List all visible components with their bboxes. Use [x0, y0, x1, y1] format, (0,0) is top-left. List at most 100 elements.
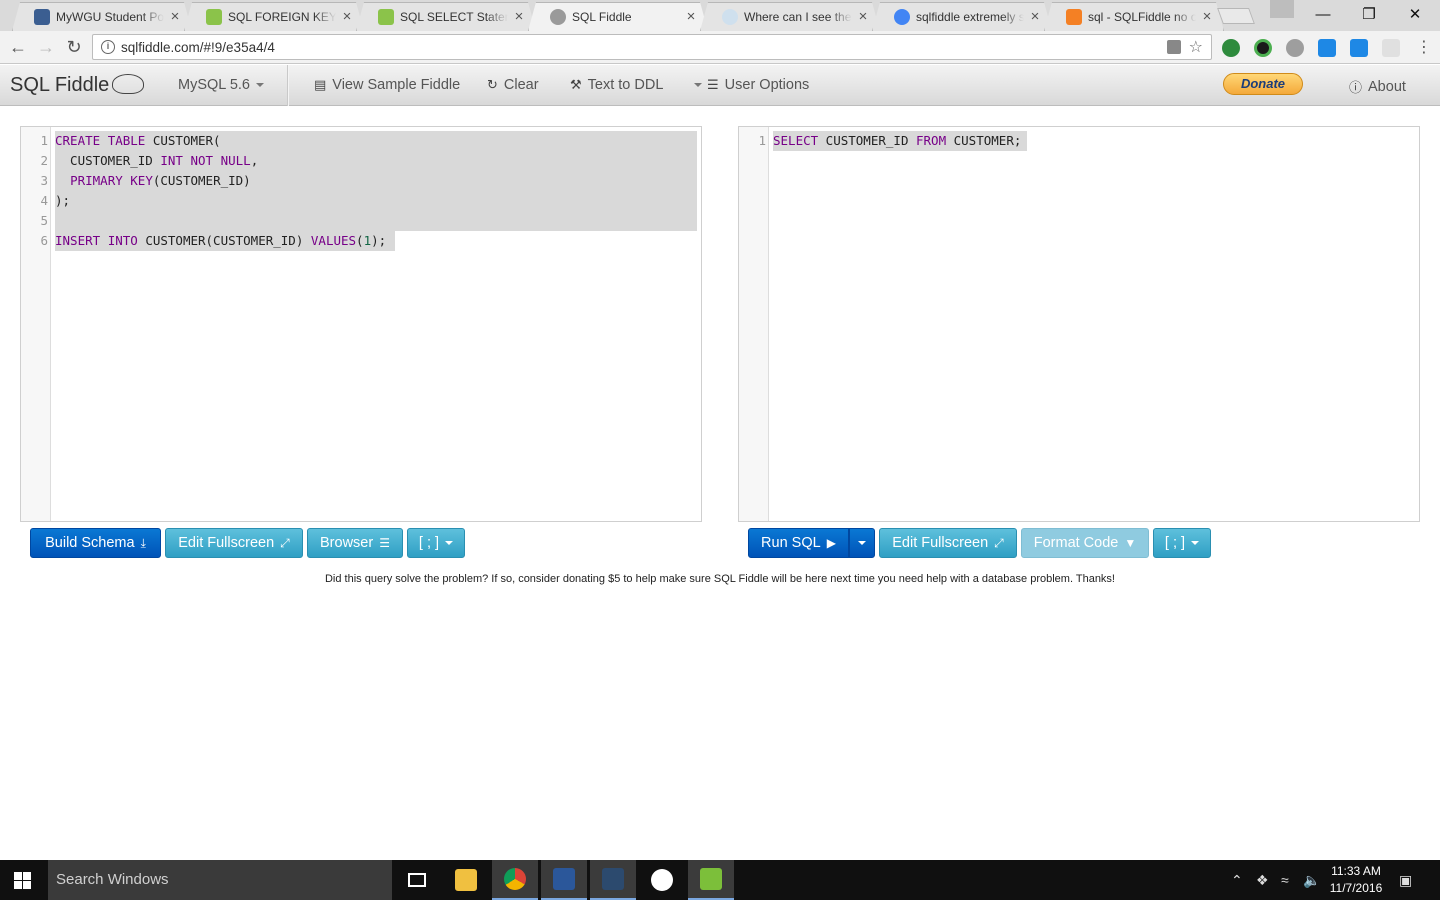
site-info-icon[interactable]: i: [101, 40, 115, 54]
donation-message: Did this query solve the problem? If so,…: [324, 573, 1115, 585]
task-view-icon[interactable]: [394, 860, 440, 900]
volume-icon[interactable]: 🔈: [1303, 872, 1320, 889]
schema-editor[interactable]: 1 CREATE TABLE CUSTOMER( 2 CUSTOMER_ID I…: [20, 126, 702, 522]
user-options-label: User Options: [724, 77, 810, 93]
close-tab-icon[interactable]: ×: [340, 8, 354, 25]
browser-button[interactable]: Browser ☰: [307, 528, 403, 558]
minimize-icon[interactable]: —: [1300, 0, 1346, 28]
list-icon: ☰: [707, 77, 719, 92]
button-label: Edit Fullscreen: [892, 535, 989, 551]
sqlfiddle-favicon-icon: [550, 8, 566, 25]
bookmark-star-icon[interactable]: ☆: [1189, 37, 1203, 57]
windows-start-icon[interactable]: [14, 872, 32, 889]
query-edit-fullscreen-button[interactable]: Edit Fullscreen ⤢: [879, 528, 1017, 558]
notifications-icon[interactable]: ▣: [1399, 872, 1412, 889]
query-editor[interactable]: 1 SELECT CUSTOMER_ID FROM CUSTOMER;: [738, 126, 1420, 522]
browser-tab[interactable]: sqlfiddle extremely slow ×: [872, 2, 1052, 31]
close-tab-icon[interactable]: ×: [168, 8, 182, 25]
button-label: [ ; ]: [418, 535, 440, 551]
extension-icon[interactable]: [1254, 39, 1272, 57]
navbar-divider: [287, 65, 289, 106]
mysql-workbench-icon[interactable]: [590, 860, 636, 900]
reload-icon[interactable]: ↻: [63, 36, 85, 58]
adblock-icon[interactable]: [1286, 39, 1304, 57]
forward-arrow-icon[interactable]: →: [35, 36, 57, 58]
about-link[interactable]: ⓘ About: [1349, 77, 1406, 96]
browser-menu-icon[interactable]: ⋮: [1416, 37, 1432, 57]
elephant-logo-icon: [112, 74, 144, 94]
dropbox-icon[interactable]: ❖: [1256, 872, 1269, 889]
browser-tab[interactable]: SQL SELECT Statement ×: [356, 2, 536, 31]
new-tab-button[interactable]: [1217, 8, 1255, 24]
button-label: Run SQL: [761, 535, 821, 551]
word-icon[interactable]: [541, 860, 587, 900]
play-icon: ▶: [826, 536, 836, 550]
profile-icon[interactable]: [1270, 0, 1294, 18]
w3-favicon-icon: [206, 8, 222, 25]
windows-taskbar: Search Windows ⌃ ❖ ≈ 🔈 11:33 AM 11/7/201…: [0, 860, 1440, 900]
wrench-icon: ⚒: [570, 77, 582, 92]
view-sample-link[interactable]: ▤ View Sample Fiddle: [314, 77, 460, 93]
chevron-down-icon: [256, 83, 264, 87]
file-explorer-icon[interactable]: [443, 860, 489, 900]
tab-title: SQL SELECT Statement: [400, 9, 508, 24]
browser-tab-active[interactable]: SQL Fiddle ×: [528, 2, 708, 31]
expand-icon: ⤢: [280, 535, 290, 550]
browser-tab[interactable]: sql - SQLFiddle no output ×: [1044, 2, 1224, 31]
line-number: 1: [758, 133, 766, 148]
about-label: About: [1368, 78, 1406, 95]
build-schema-button[interactable]: Build Schema ⤓: [30, 528, 161, 558]
chrome-icon[interactable]: [492, 860, 538, 900]
code-text: SELECT CUSTOMER_ID FROM CUSTOMER;: [773, 133, 1022, 148]
close-tab-icon[interactable]: ×: [512, 8, 526, 25]
close-tab-icon[interactable]: ×: [1028, 8, 1042, 25]
slack-icon[interactable]: [639, 860, 685, 900]
tab-title: MyWGU Student Portal: [56, 9, 164, 24]
line-number: 1: [40, 133, 48, 148]
spreadsheet-app-icon[interactable]: [688, 860, 734, 900]
chevron-down-icon: [694, 83, 702, 87]
schema-delimiter-dropdown[interactable]: [ ; ]: [407, 528, 465, 558]
line-number: 4: [40, 193, 48, 208]
browser-tab-strip: MyWGU Student Portal × SQL FOREIGN KEY C…: [0, 0, 1440, 31]
code-text: PRIMARY KEY(CUSTOMER_ID): [70, 173, 251, 188]
line-number-gutter: [739, 127, 769, 521]
browser-tab[interactable]: Where can I see the output ×: [700, 2, 880, 31]
back-arrow-icon[interactable]: ←: [7, 36, 29, 58]
system-clock[interactable]: 11:33 AM 11/7/2016: [1328, 863, 1384, 897]
extension-icon[interactable]: [1350, 39, 1368, 57]
restore-icon[interactable]: ❐: [1346, 0, 1392, 28]
extension-icon[interactable]: [1222, 39, 1240, 57]
clear-label: Clear: [503, 77, 539, 93]
query-delimiter-dropdown[interactable]: [ ; ]: [1153, 528, 1211, 558]
clock-date: 11/7/2016: [1329, 881, 1383, 895]
close-tab-icon[interactable]: ×: [1200, 8, 1214, 25]
cast-icon[interactable]: [1382, 39, 1400, 57]
run-sql-button[interactable]: Run SQL ▶: [748, 528, 849, 558]
line-number: 2: [40, 153, 48, 168]
address-bar[interactable]: i sqlfiddle.com/#!9/e35a4/4 ☆: [92, 34, 1212, 60]
donate-button[interactable]: Donate: [1223, 73, 1303, 95]
close-tab-icon[interactable]: ×: [856, 8, 870, 25]
run-sql-options-button[interactable]: [849, 528, 875, 558]
brand-title[interactable]: SQL Fiddle: [10, 74, 109, 97]
browser-tab[interactable]: SQL FOREIGN KEY Constraint ×: [184, 2, 364, 31]
browser-tab[interactable]: MyWGU Student Portal ×: [12, 2, 192, 31]
wifi-icon[interactable]: ≈: [1281, 872, 1289, 888]
clear-link[interactable]: ↻ Clear: [487, 77, 539, 93]
close-window-icon[interactable]: ✕: [1392, 0, 1438, 28]
format-code-button[interactable]: Format Code ▼: [1021, 528, 1149, 558]
blocked-content-icon[interactable]: [1167, 40, 1181, 54]
skype-extension-icon[interactable]: [1318, 39, 1336, 57]
db-select-dropdown[interactable]: MySQL 5.6: [178, 77, 264, 93]
text-to-ddl-link[interactable]: ⚒ Text to DDL: [570, 77, 663, 93]
browser-toolbar: ← → ↻ i sqlfiddle.com/#!9/e35a4/4 ☆: [0, 31, 1440, 64]
tab-title: SQL FOREIGN KEY Constraint: [228, 9, 336, 24]
button-label: Build Schema: [45, 535, 135, 551]
chevron-up-icon[interactable]: ⌃: [1231, 872, 1243, 889]
close-tab-icon[interactable]: ×: [684, 8, 698, 25]
schema-edit-fullscreen-button[interactable]: Edit Fullscreen ⤢: [165, 528, 303, 558]
tree-icon: ☰: [379, 536, 390, 550]
taskbar-search-input[interactable]: Search Windows: [48, 860, 392, 900]
user-options-link[interactable]: ☰ User Options: [694, 77, 809, 93]
